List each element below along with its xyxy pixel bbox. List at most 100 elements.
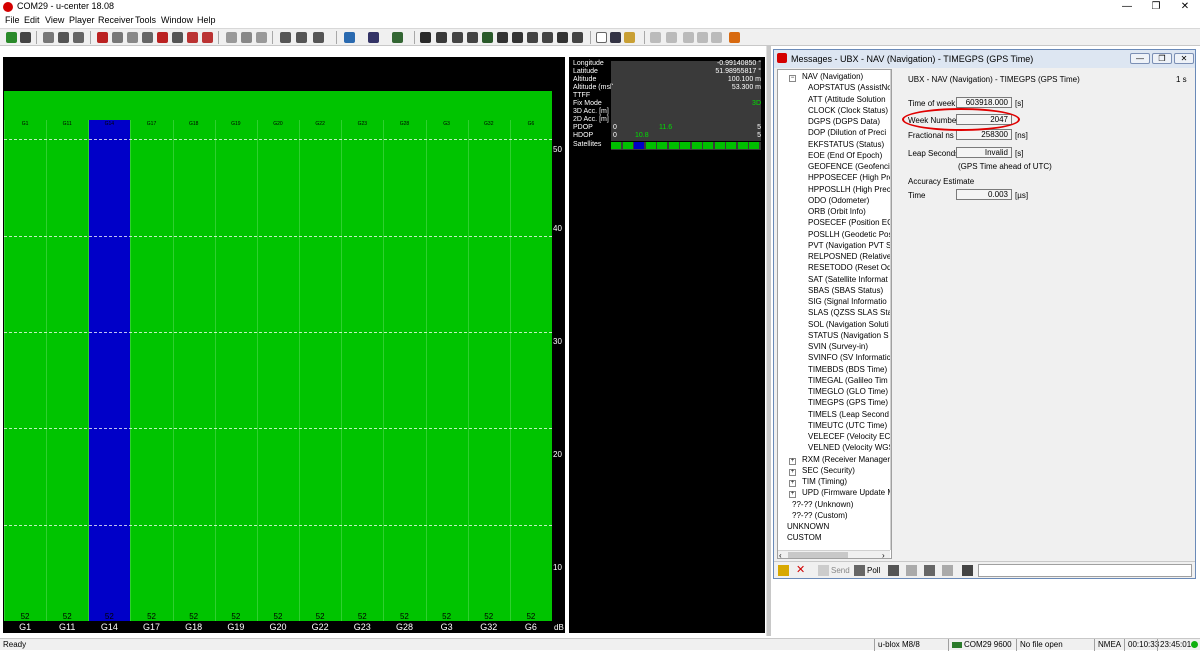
chart-icon[interactable] xyxy=(256,32,267,43)
sky-view-icon[interactable] xyxy=(202,32,213,43)
tree-horizontal-scrollbar[interactable]: ‹ › xyxy=(778,550,890,558)
menu-help[interactable]: Help xyxy=(197,15,216,25)
lock-icon[interactable] xyxy=(778,565,789,576)
sun-icon[interactable] xyxy=(58,32,69,43)
tools-icon[interactable] xyxy=(888,565,899,576)
tree-item[interactable]: TIMEGLO (GLO Time) xyxy=(808,387,888,396)
tree-item[interactable]: CLOCK (Clock Status) xyxy=(808,106,888,115)
export-icon[interactable] xyxy=(942,565,953,576)
tree-item[interactable]: TIMEGAL (Galileo Tim xyxy=(808,376,888,385)
tree-item[interactable]: TIMEGPS (GPS Time) xyxy=(808,398,888,407)
tree-item[interactable]: SIG (Signal Informatio xyxy=(808,297,887,306)
tree-item[interactable]: RESETODO (Reset Odo xyxy=(808,263,891,272)
tree-item[interactable]: TIMEUTC (UTC Time) xyxy=(808,421,887,430)
expand-icon[interactable]: + xyxy=(789,491,796,499)
tree-item[interactable]: PVT (Navigation PVT S xyxy=(808,241,891,250)
print-icon[interactable] xyxy=(650,32,661,43)
tree-item[interactable]: ODO (Odometer) xyxy=(808,196,869,205)
tree-item[interactable]: ??-?? (Custom) xyxy=(792,511,848,520)
scroll-right-arrow-icon[interactable]: › xyxy=(882,551,885,558)
globe-icon[interactable] xyxy=(344,32,355,43)
tree-item[interactable]: GEOFENCE (Geofencin xyxy=(808,162,891,171)
tree-item[interactable]: POSECEF (Position ECI xyxy=(808,218,891,227)
close-button[interactable]: ✕ xyxy=(1170,0,1200,14)
baudrate-icon[interactable] xyxy=(20,32,31,43)
view11-icon[interactable] xyxy=(572,32,583,43)
tree-item[interactable]: + RXM (Receiver Manager) xyxy=(789,455,891,465)
tree-item[interactable]: SAT (Satellite Informat xyxy=(808,275,888,284)
about-icon[interactable] xyxy=(729,32,740,43)
copy-icon[interactable] xyxy=(697,32,708,43)
config-icon[interactable] xyxy=(157,32,168,43)
cut-icon[interactable] xyxy=(683,32,694,43)
messages-close-button[interactable]: ✕ xyxy=(1174,53,1194,64)
collapse-icon[interactable]: − xyxy=(789,75,796,82)
tree-item[interactable]: UNKNOWN xyxy=(787,522,829,531)
view5-icon[interactable] xyxy=(482,32,493,43)
splitter[interactable] xyxy=(766,46,771,636)
tree-item[interactable]: HPPOSLLH (High Prec xyxy=(808,185,891,194)
tree-item[interactable]: SOL (Navigation Soluti xyxy=(808,320,889,329)
tree-hscroll-thumb[interactable] xyxy=(788,552,848,558)
tree-item[interactable]: + UPD (Firmware Update M xyxy=(789,488,891,499)
tree-item[interactable]: EOE (End Of Epoch) xyxy=(808,151,882,160)
send-icon[interactable] xyxy=(818,565,829,576)
tree-item[interactable]: SVINFO (SV Informatic xyxy=(808,353,891,362)
menu-view[interactable]: View xyxy=(45,15,64,25)
view7-icon[interactable] xyxy=(512,32,523,43)
view10-icon[interactable] xyxy=(557,32,568,43)
antenna-icon[interactable] xyxy=(73,32,84,43)
tree-item[interactable]: CUSTOM xyxy=(787,533,822,542)
tree-item[interactable]: TIMEBDS (BDS Time) xyxy=(808,365,887,374)
menu-player[interactable]: Player xyxy=(69,15,95,25)
view8-icon[interactable] xyxy=(527,32,538,43)
tree-item[interactable]: HPPOSECEF (High Pre xyxy=(808,173,891,182)
tree-item[interactable]: AOPSTATUS (AssistNo xyxy=(808,83,891,92)
tree-item[interactable]: DOP (Dilution of Preci xyxy=(808,128,886,137)
tree-item[interactable]: RELPOSNED (Relative I xyxy=(808,252,891,261)
text-console-icon[interactable] xyxy=(127,32,138,43)
map-icon[interactable] xyxy=(241,32,252,43)
binary-console-icon[interactable] xyxy=(142,32,153,43)
view4-icon[interactable] xyxy=(467,32,478,43)
scroll-left-arrow-icon[interactable]: ‹ xyxy=(779,551,782,558)
restore-button[interactable]: ❐ xyxy=(1141,0,1171,14)
tree-item[interactable]: TIMELS (Leap Second xyxy=(808,410,889,419)
view1-icon[interactable] xyxy=(420,32,431,43)
tree-item[interactable]: VELNED (Velocity WGS xyxy=(808,443,891,452)
print-preview-icon[interactable] xyxy=(666,32,677,43)
expand-icon[interactable]: + xyxy=(789,457,796,465)
tree-vertical-scrollbar[interactable] xyxy=(890,70,891,550)
messages-minimize-button[interactable]: — xyxy=(1130,53,1150,64)
paste-icon[interactable] xyxy=(711,32,722,43)
send-button[interactable]: Send xyxy=(831,565,850,576)
print-msg-icon[interactable] xyxy=(962,565,973,576)
view3-icon[interactable] xyxy=(452,32,463,43)
menu-file[interactable]: File xyxy=(5,15,20,25)
load-icon[interactable] xyxy=(906,565,917,576)
tree-item[interactable]: EKFSTATUS (Status) xyxy=(808,140,884,149)
tree-item[interactable]: DGPS (DGPS Data) xyxy=(808,117,880,126)
camera-icon[interactable] xyxy=(392,32,403,43)
autobaud-icon[interactable] xyxy=(43,32,54,43)
split-icon[interactable] xyxy=(296,32,307,43)
view6-icon[interactable] xyxy=(497,32,508,43)
tree-item[interactable]: SBAS (SBAS Status) xyxy=(808,286,883,295)
grid-icon[interactable] xyxy=(313,32,324,43)
save-icon[interactable] xyxy=(610,32,621,43)
expand-icon[interactable]: + xyxy=(789,468,796,476)
view2-icon[interactable] xyxy=(436,32,447,43)
layout-icon[interactable] xyxy=(280,32,291,43)
tree-item[interactable]: STATUS (Navigation S xyxy=(808,331,889,340)
view9-icon[interactable] xyxy=(542,32,553,43)
record-icon[interactable] xyxy=(97,32,108,43)
table-icon[interactable] xyxy=(172,32,183,43)
tree-item[interactable]: VELECEF (Velocity ECE xyxy=(808,432,891,441)
tree-item[interactable]: + TIM (Timing) xyxy=(789,477,847,487)
poll-icon[interactable] xyxy=(854,565,865,576)
messages-restore-button[interactable]: ❐ xyxy=(1152,53,1172,64)
menu-receiver[interactable]: Receiver xyxy=(98,15,134,25)
menu-window[interactable]: Window xyxy=(161,15,193,25)
minimize-button[interactable]: — xyxy=(1112,0,1142,14)
message-filter-field[interactable] xyxy=(978,564,1192,577)
